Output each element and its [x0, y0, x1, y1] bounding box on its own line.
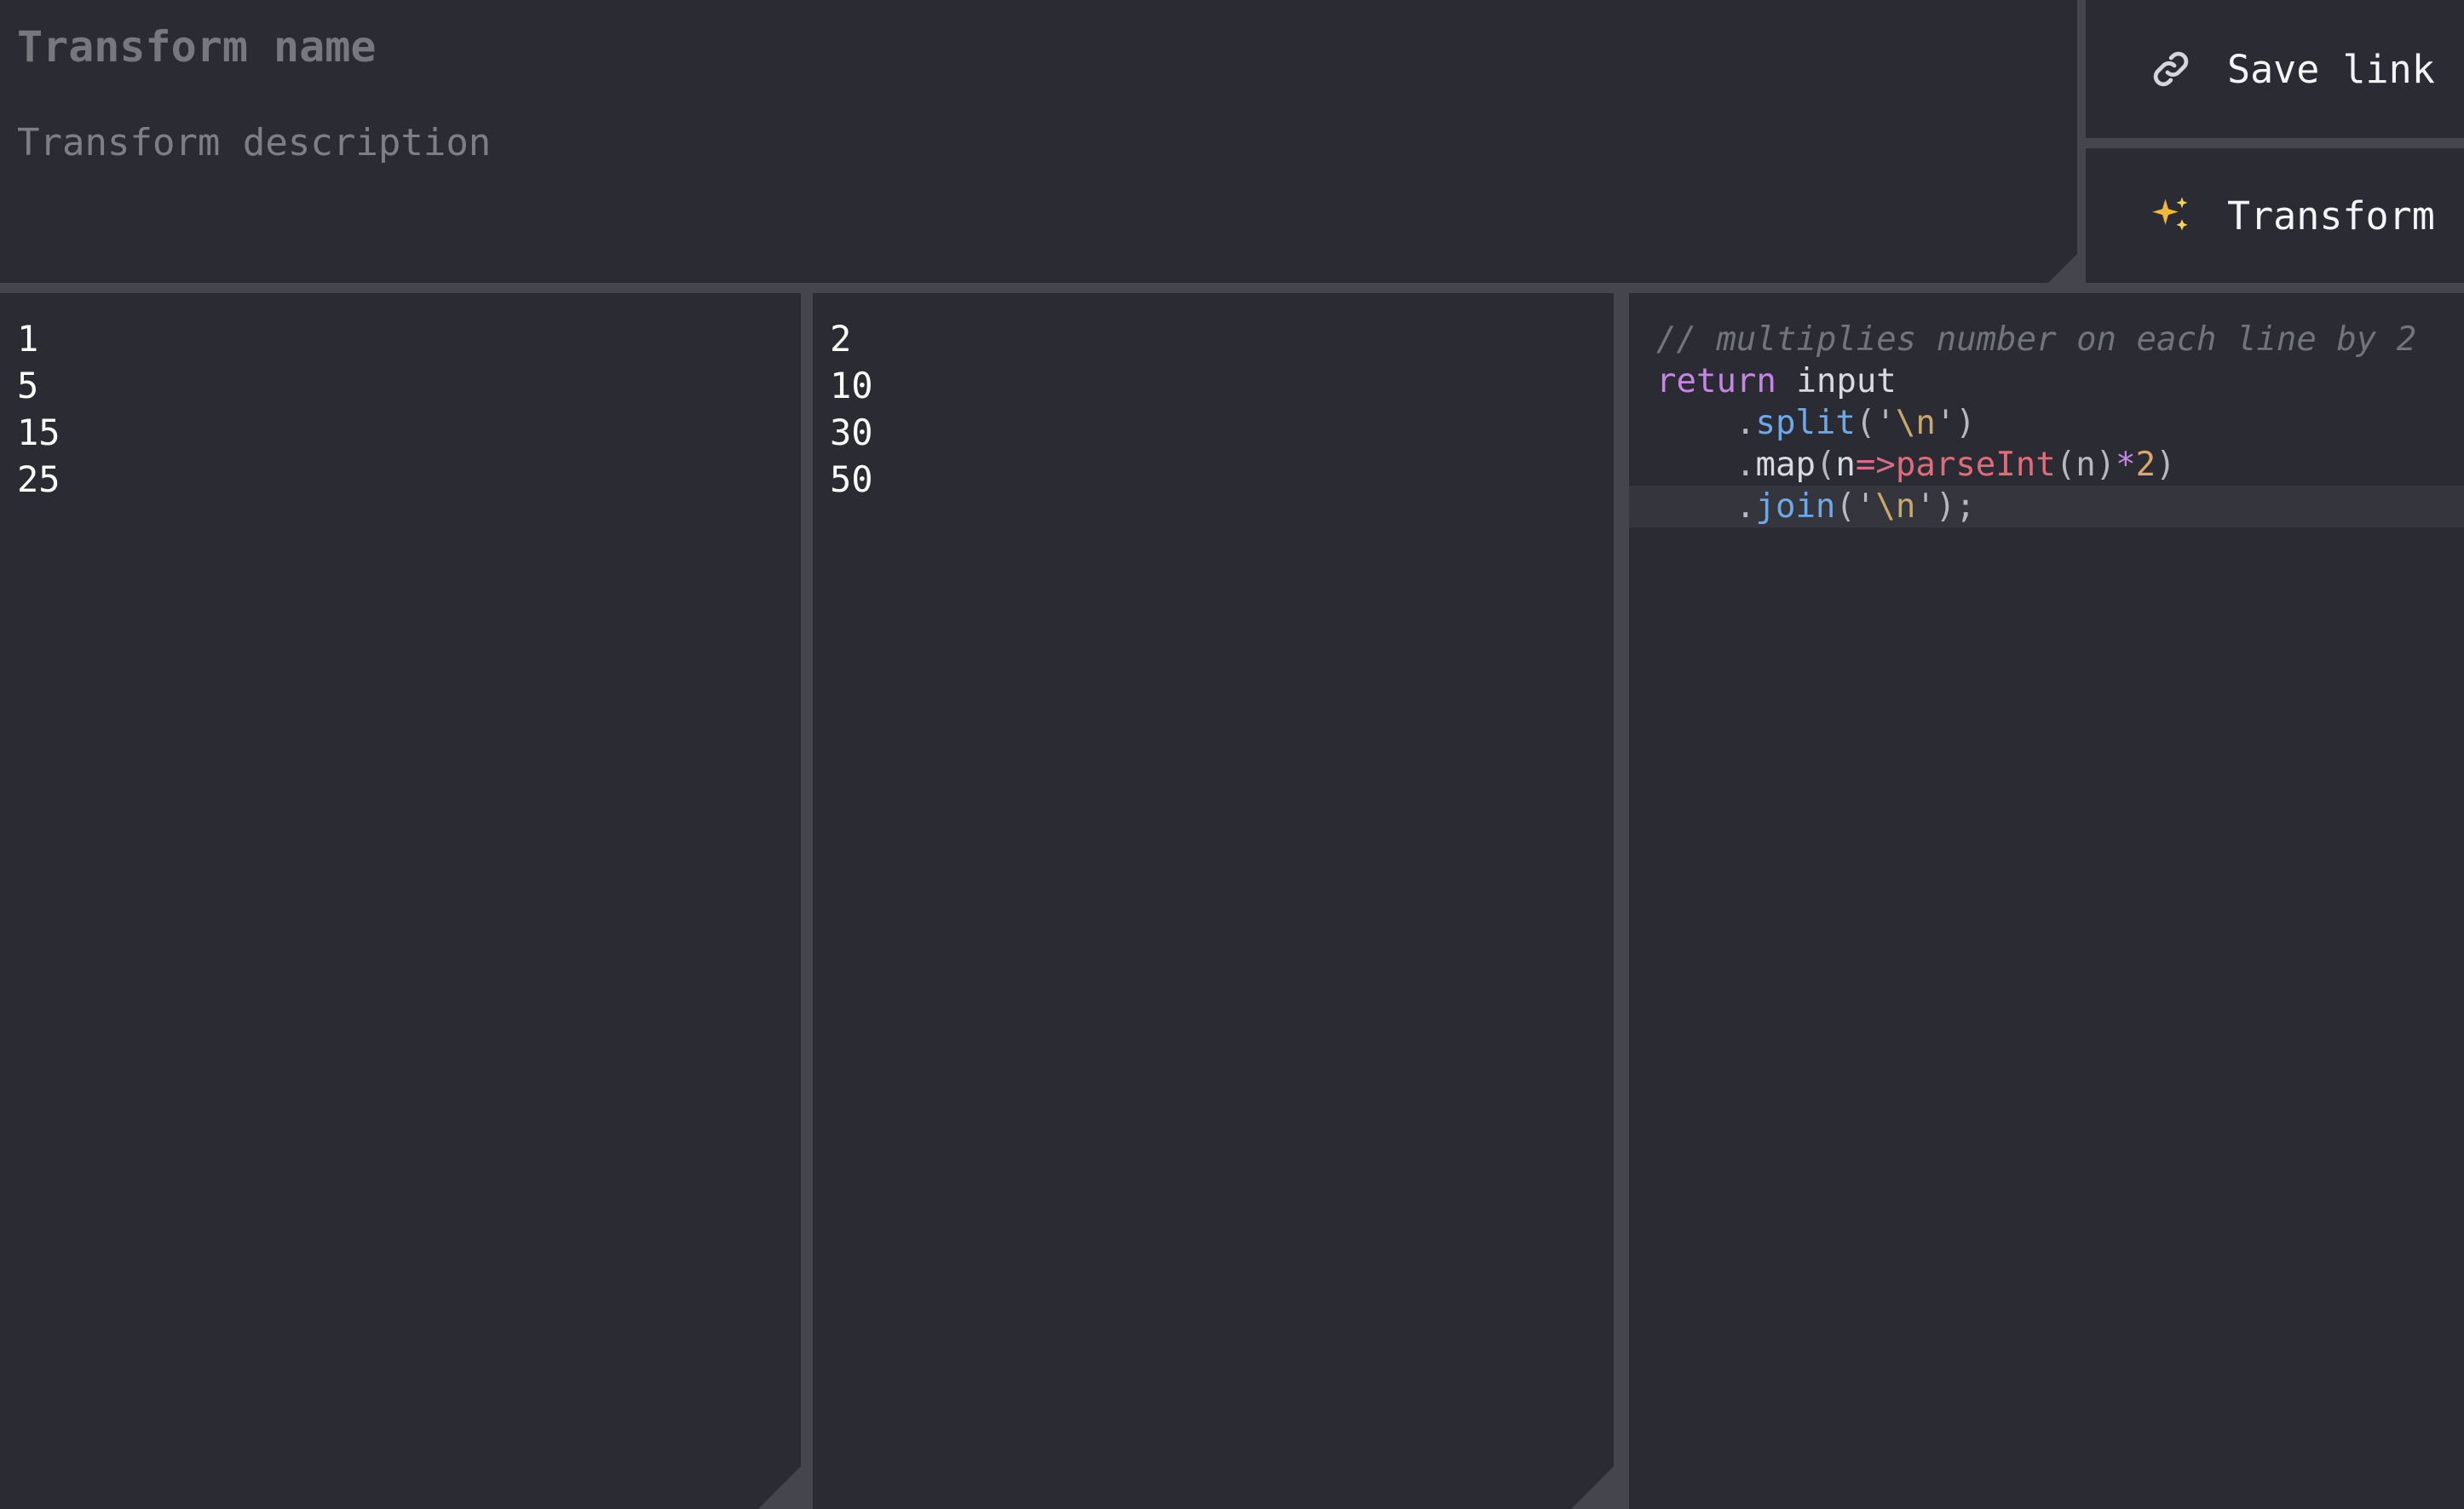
transform-meta-panel — [0, 0, 2077, 283]
code-punct: ( — [1815, 446, 1836, 484]
transform-label: Transform — [2227, 193, 2435, 239]
code-arrow: => — [1855, 446, 1896, 484]
code-line[interactable]: .split('\n') — [1629, 402, 2464, 444]
code-escape: \n — [1895, 404, 1936, 442]
code-method: map — [1755, 446, 1816, 484]
save-link-button[interactable]: Save link — [2086, 0, 2464, 138]
code-punct: '); — [1915, 487, 1976, 526]
code-method: join — [1755, 487, 1836, 526]
code-line[interactable]: // multiplies number on each line by 2 — [1629, 319, 2464, 360]
code-args: (n) — [2055, 446, 2116, 484]
code-identifier: input — [1796, 362, 1897, 400]
code-line[interactable]: return input — [1629, 360, 2464, 402]
sparkles-icon — [2147, 192, 2195, 239]
transform-button[interactable]: Transform — [2086, 148, 2464, 283]
transform-name-input[interactable] — [17, 19, 2045, 75]
code-lines: // multiplies number on each line by 2 r… — [1629, 319, 2464, 527]
input-pane — [0, 293, 801, 1509]
input-textarea[interactable] — [0, 293, 801, 1509]
code-dot: . — [1736, 487, 1756, 526]
code-punct: ') — [1935, 404, 1976, 442]
code-operator: * — [2116, 446, 2136, 484]
transform-description-input[interactable] — [17, 116, 2045, 169]
code-keyword: return — [1656, 362, 1776, 400]
save-link-label: Save link — [2227, 46, 2435, 92]
code-number: 2 — [2135, 446, 2156, 484]
input-resize-handle[interactable] — [758, 1466, 801, 1509]
code-method: split — [1755, 404, 1856, 442]
code-punct: ) — [2156, 446, 2176, 484]
code-line[interactable]: .map(n=>parseInt(n)*2) — [1629, 444, 2464, 486]
output-pane — [813, 293, 1614, 1509]
code-punct: (' — [1835, 487, 1876, 526]
code-punct: (' — [1855, 404, 1896, 442]
code-dot: . — [1736, 404, 1756, 442]
meta-resize-handle[interactable] — [2048, 254, 2077, 283]
code-function: parseInt — [1895, 446, 2056, 484]
output-resize-handle[interactable] — [1571, 1466, 1614, 1509]
code-param: n — [1835, 446, 1856, 484]
code-dot: . — [1736, 446, 1756, 484]
code-comment: // multiplies number on each line by 2 — [1656, 320, 2417, 359]
output-textarea[interactable] — [813, 293, 1614, 1509]
link-icon — [2147, 45, 2195, 93]
code-editor[interactable]: // multiplies number on each line by 2 r… — [1629, 293, 2464, 1509]
code-line-active[interactable]: .join('\n'); — [1629, 486, 2464, 527]
code-escape: \n — [1875, 487, 1916, 526]
